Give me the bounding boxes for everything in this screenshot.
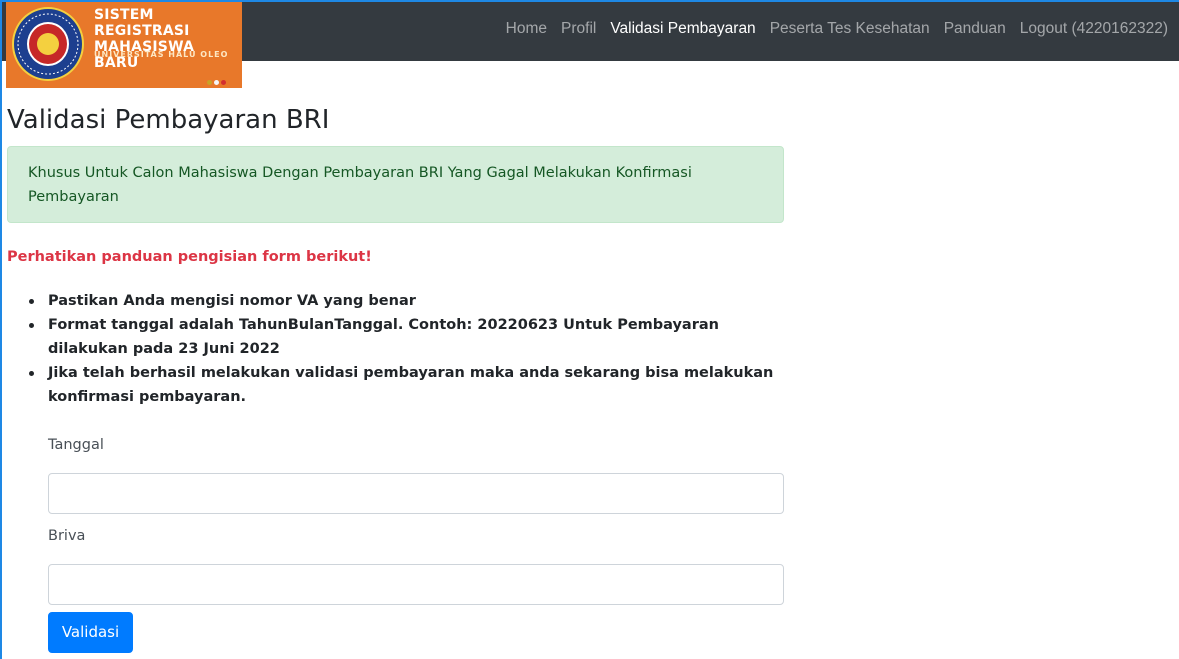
nav-logout[interactable]: Logout (4220162322) [1013, 20, 1175, 38]
brand-logo-block[interactable]: SISTEM REGISTRASI MAHASISWA BARU UNIVERS… [6, 0, 242, 88]
brand-dots [207, 70, 228, 89]
nav-profil[interactable]: Profil [554, 20, 603, 38]
window-border-top [0, 0, 1179, 2]
brand-dot-3 [221, 80, 226, 85]
brand-dot-1 [207, 80, 212, 85]
seal-inner-icon [27, 22, 69, 66]
brand-title: SISTEM REGISTRASI MAHASISWA BARU [94, 7, 242, 71]
info-alert: Khusus Untuk Calon Mahasiswa Dengan Pemb… [7, 146, 784, 223]
guide-item: Pastikan Anda mengisi nomor VA yang bena… [27, 289, 787, 313]
nav-peserta-tes-kesehatan[interactable]: Peserta Tes Kesehatan [763, 20, 937, 38]
briva-form-group: Briva [48, 528, 784, 605]
brand-title-line1: SISTEM REGISTRASI [94, 7, 190, 39]
validasi-button[interactable]: Validasi [48, 612, 133, 653]
tanggal-label: Tanggal [48, 437, 104, 453]
nav-validasi-pembayaran[interactable]: Validasi Pembayaran [603, 20, 762, 38]
seal-core-icon [37, 33, 59, 55]
guide-item: Format tanggal adalah TahunBulanTanggal.… [27, 313, 787, 361]
brand-dot-2 [214, 80, 219, 85]
page-title: Validasi Pembayaran BRI [7, 105, 330, 135]
tanggal-form-group: Tanggal [48, 437, 784, 514]
tanggal-input[interactable] [48, 473, 784, 514]
nav-menu: Home Profil Validasi Pembayaran Peserta … [499, 20, 1175, 38]
briva-label: Briva [48, 528, 86, 544]
window-border-left [0, 0, 2, 659]
guide-list: Pastikan Anda mengisi nomor VA yang bena… [27, 289, 787, 409]
nav-panduan[interactable]: Panduan [937, 20, 1013, 38]
briva-input[interactable] [48, 564, 784, 605]
university-seal-icon [12, 7, 84, 81]
nav-home[interactable]: Home [499, 20, 554, 38]
guide-heading: Perhatikan panduan pengisian form beriku… [7, 249, 372, 265]
guide-item: Jika telah berhasil melakukan validasi p… [27, 361, 787, 409]
brand-subtitle: UNIVERSITAS HALU OLEO [94, 50, 229, 59]
